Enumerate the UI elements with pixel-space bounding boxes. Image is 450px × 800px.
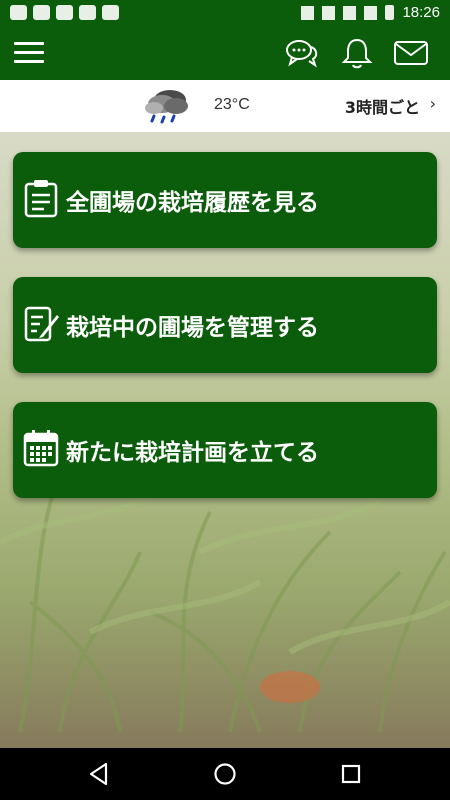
manage-active-fields-button[interactable]: 栽培中の圃場を管理する (13, 277, 437, 373)
system-icons: 18:26 (301, 4, 440, 21)
recents-square-icon[interactable] (338, 761, 364, 787)
app-header (0, 26, 450, 80)
weather-bar: 23°C 3時間ごと › (0, 80, 450, 133)
hamburger-menu-icon[interactable] (14, 42, 44, 64)
image-icon (56, 5, 73, 20)
image-icon (79, 5, 96, 20)
mail-icon[interactable] (393, 37, 429, 69)
status-bar: 18:26 (0, 0, 450, 26)
view-cultivation-history-button[interactable]: 全圃場の栽培履歴を見る (13, 152, 437, 248)
rain-cloud-icon (145, 90, 188, 124)
wifi-icon (343, 5, 357, 20)
chevron-right-icon[interactable]: › (430, 94, 436, 113)
signal-icon (364, 5, 378, 20)
hourly-forecast-link[interactable]: 3時間ごと (345, 94, 420, 118)
bluetooth-icon (301, 5, 315, 20)
status-time: 18:26 (402, 4, 440, 21)
menu-label: 新たに栽培計画を立てる (66, 440, 319, 466)
chat-icon[interactable] (284, 37, 320, 69)
back-triangle-icon[interactable] (86, 761, 112, 787)
battery-icon (385, 5, 395, 20)
line-icon (33, 5, 50, 20)
line-icon (10, 5, 27, 20)
system-nav-bar (0, 748, 450, 800)
create-cultivation-plan-button[interactable]: 新たに栽培計画を立てる (13, 402, 437, 498)
weather-temperature: 23°C (214, 96, 250, 113)
menu-label: 栽培中の圃場を管理する (66, 315, 319, 341)
vibrate-icon (322, 5, 336, 20)
clipboard-list-icon (24, 180, 58, 218)
calendar-icon (23, 430, 59, 467)
menu-label: 全圃場の栽培履歴を見る (66, 190, 319, 216)
download-icon (102, 5, 119, 20)
bell-icon[interactable] (339, 37, 375, 69)
edit-note-icon (24, 306, 59, 342)
notification-icons (10, 5, 119, 20)
home-circle-icon[interactable] (212, 761, 238, 787)
